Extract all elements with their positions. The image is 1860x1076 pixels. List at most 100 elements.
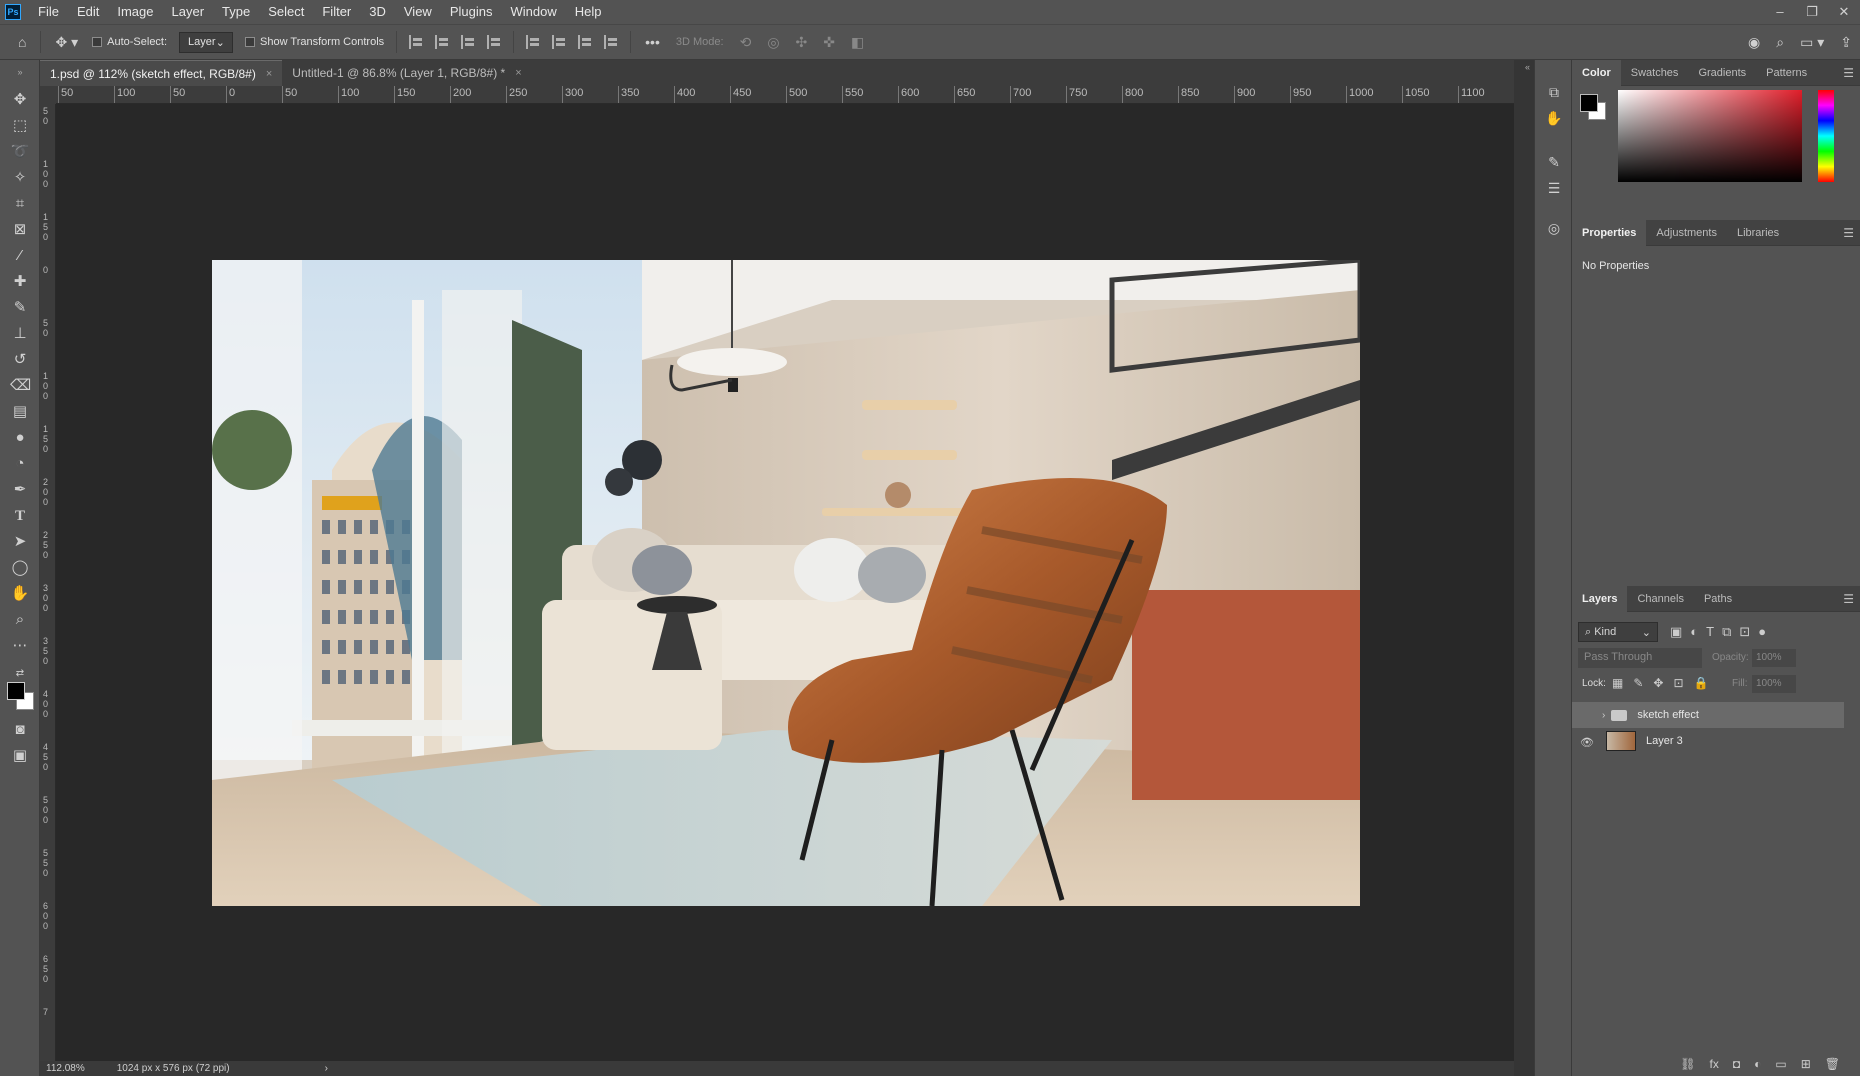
align-bottom-icon[interactable]	[578, 35, 592, 49]
opacity-field[interactable]: 100%	[1752, 649, 1796, 667]
tab-paths[interactable]: Paths	[1694, 586, 1742, 612]
frame-tool-icon[interactable]: ⊠	[10, 220, 30, 240]
tab-swatches[interactable]: Swatches	[1621, 60, 1689, 86]
distribute-h-icon[interactable]	[604, 35, 618, 49]
path-selection-tool-icon[interactable]: ➤	[10, 532, 30, 552]
history-brush-tool-icon[interactable]: ↺	[10, 350, 30, 370]
show-transform-controls-checkbox[interactable]: Show Transform Controls	[245, 36, 384, 48]
collapse-panels-icon[interactable]: «	[1525, 62, 1530, 72]
link-icon[interactable]: ⛓	[1680, 1057, 1695, 1071]
menu-select[interactable]: Select	[259, 0, 313, 24]
crop-tool-icon[interactable]: ⌗	[10, 194, 30, 214]
menu-filter[interactable]: Filter	[313, 0, 360, 24]
home-icon[interactable]: ⌂	[18, 34, 26, 50]
close-tab-icon[interactable]: ×	[266, 61, 272, 87]
align-top-icon[interactable]	[526, 35, 540, 49]
menu-layer[interactable]: Layer	[163, 0, 214, 24]
menu-window[interactable]: Window	[501, 0, 565, 24]
marquee-tool-icon[interactable]: ⬚	[10, 116, 30, 136]
folder-icon[interactable]: ▭	[1775, 1057, 1786, 1071]
layer-name[interactable]: sketch effect	[1637, 709, 1699, 721]
share-icon[interactable]: ⇪	[1840, 34, 1852, 51]
hue-slider[interactable]	[1818, 90, 1834, 182]
eraser-tool-icon[interactable]: ⌫	[10, 376, 31, 396]
move-tool-icon[interactable]: ✥	[10, 90, 30, 110]
close-tab-icon[interactable]: ×	[515, 60, 521, 86]
align-right-icon[interactable]	[461, 35, 475, 49]
share-profile-icon[interactable]: ◉	[1748, 34, 1760, 51]
move-tool-preset-icon[interactable]: ✥ ▾	[55, 34, 78, 51]
screen-mode-icon[interactable]: ▣	[10, 746, 30, 766]
more-options-icon[interactable]: •••	[645, 34, 660, 50]
menu-image[interactable]: Image	[108, 0, 162, 24]
blend-mode-dropdown[interactable]: Pass Through	[1578, 648, 1702, 668]
document-tab[interactable]: 1.psd @ 112% (sketch effect, RGB/8#) ×	[40, 60, 283, 87]
search-icon[interactable]: ⌕	[1776, 34, 1784, 51]
adjustment-icon[interactable]: ◐	[1754, 1057, 1761, 1071]
layer-filter-icons[interactable]: ▣◐T⧉⊡●	[1670, 624, 1774, 640]
gradient-tool-icon[interactable]: ▤	[10, 402, 30, 422]
status-menu-arrow[interactable]: ›	[325, 1063, 328, 1074]
zoom-level[interactable]: 112.08%	[46, 1063, 85, 1074]
tab-channels[interactable]: Channels	[1627, 586, 1693, 612]
menu-view[interactable]: View	[395, 0, 441, 24]
hand-tool-icon[interactable]: ✋	[10, 584, 30, 604]
menu-type[interactable]: Type	[213, 0, 259, 24]
brush-settings-icon[interactable]: ✎	[1545, 154, 1563, 172]
3d-slide-icon[interactable]: ✜	[823, 34, 835, 51]
3d-camera-icon[interactable]: ◧	[851, 34, 864, 51]
type-tool-icon[interactable]: T	[10, 506, 30, 526]
menu-3d[interactable]: 3D	[360, 0, 395, 24]
3d-orbit-icon[interactable]: ⟲	[740, 34, 752, 51]
expand-chevron-icon[interactable]: ›	[1602, 710, 1605, 721]
mask-icon[interactable]: ◘	[1733, 1057, 1740, 1071]
swap-colors-icon[interactable]: ⇄	[10, 664, 30, 684]
eye-icon[interactable]: 👁	[1580, 736, 1594, 749]
magic-wand-tool-icon[interactable]: ✧	[10, 168, 30, 188]
edit-toolbar-icon[interactable]: ⋯	[10, 636, 30, 656]
vertical-ruler[interactable]: 5 0 1 0 0 1 5 0 0 5 0 1 0 0 1 5 0 2 0 0 2 5 0 3 0…	[40, 104, 56, 1061]
align-left-icon[interactable]	[409, 35, 423, 49]
minimize-button[interactable]: –	[1764, 4, 1796, 20]
layer-name[interactable]: Layer 3	[1646, 735, 1683, 747]
menu-help[interactable]: Help	[566, 0, 611, 24]
horizontal-ruler[interactable]: 50 100 50 0 50 100 150 200 250 300 350 400 450 500 550…	[56, 86, 1514, 104]
zoom-tool-icon[interactable]: ⌕	[10, 610, 30, 630]
document-tab[interactable]: Untitled-1 @ 86.8% (Layer 1, RGB/8#) * ×	[282, 60, 531, 86]
healing-brush-tool-icon[interactable]: ✚	[10, 272, 30, 292]
canvas-area[interactable]	[56, 104, 1514, 1061]
distribute-v-icon[interactable]	[487, 35, 501, 49]
auto-select-dropdown[interactable]: Layer ⌄	[179, 31, 234, 53]
3d-roll-icon[interactable]: ◎	[767, 34, 779, 51]
align-middle-v-icon[interactable]	[552, 35, 566, 49]
document-image[interactable]	[212, 260, 1360, 906]
tab-layers[interactable]: Layers	[1572, 585, 1628, 612]
quick-mask-icon[interactable]: ◙	[10, 720, 30, 740]
panel-menu-icon[interactable]: ☰	[1843, 66, 1854, 80]
visibility-toggle-empty[interactable]	[1580, 710, 1594, 720]
layer-filter-kind[interactable]: ⌕ Kind ⌄	[1578, 622, 1658, 642]
menu-plugins[interactable]: Plugins	[441, 0, 502, 24]
eyedropper-tool-icon[interactable]: ⁄	[10, 246, 30, 266]
document-info[interactable]: 1024 px x 576 px (72 ppi)	[117, 1063, 230, 1074]
panel-menu-icon[interactable]: ☰	[1843, 226, 1854, 240]
dock-collapse-strip[interactable]: «	[1514, 60, 1534, 1076]
collapse-toolbar-icon[interactable]: »	[10, 62, 30, 82]
tab-adjustments[interactable]: Adjustments	[1646, 220, 1727, 246]
blur-tool-icon[interactable]: ●	[10, 428, 30, 448]
workspace-icon[interactable]: ▭ ▾	[1800, 34, 1824, 51]
hand-panel-icon[interactable]: ✋	[1545, 110, 1563, 128]
layer-row-sketch-effect[interactable]: › sketch effect	[1572, 702, 1844, 728]
ruler-origin[interactable]	[40, 86, 56, 104]
restore-button[interactable]: ❐	[1796, 4, 1828, 20]
tab-color[interactable]: Color	[1572, 59, 1621, 86]
auto-select-checkbox[interactable]: Auto-Select:	[92, 36, 167, 48]
lasso-tool-icon[interactable]: ➰	[10, 142, 30, 162]
3d-pan-icon[interactable]: ✣	[796, 34, 808, 51]
clone-stamp-tool-icon[interactable]: ⊥	[10, 324, 30, 344]
learn-panel-icon[interactable]: ◎	[1545, 220, 1563, 238]
tab-gradients[interactable]: Gradients	[1688, 60, 1756, 86]
brush-tool-icon[interactable]: ✎	[10, 298, 30, 318]
dodge-tool-icon[interactable]: ◔	[10, 454, 30, 474]
menu-file[interactable]: File	[29, 0, 68, 24]
